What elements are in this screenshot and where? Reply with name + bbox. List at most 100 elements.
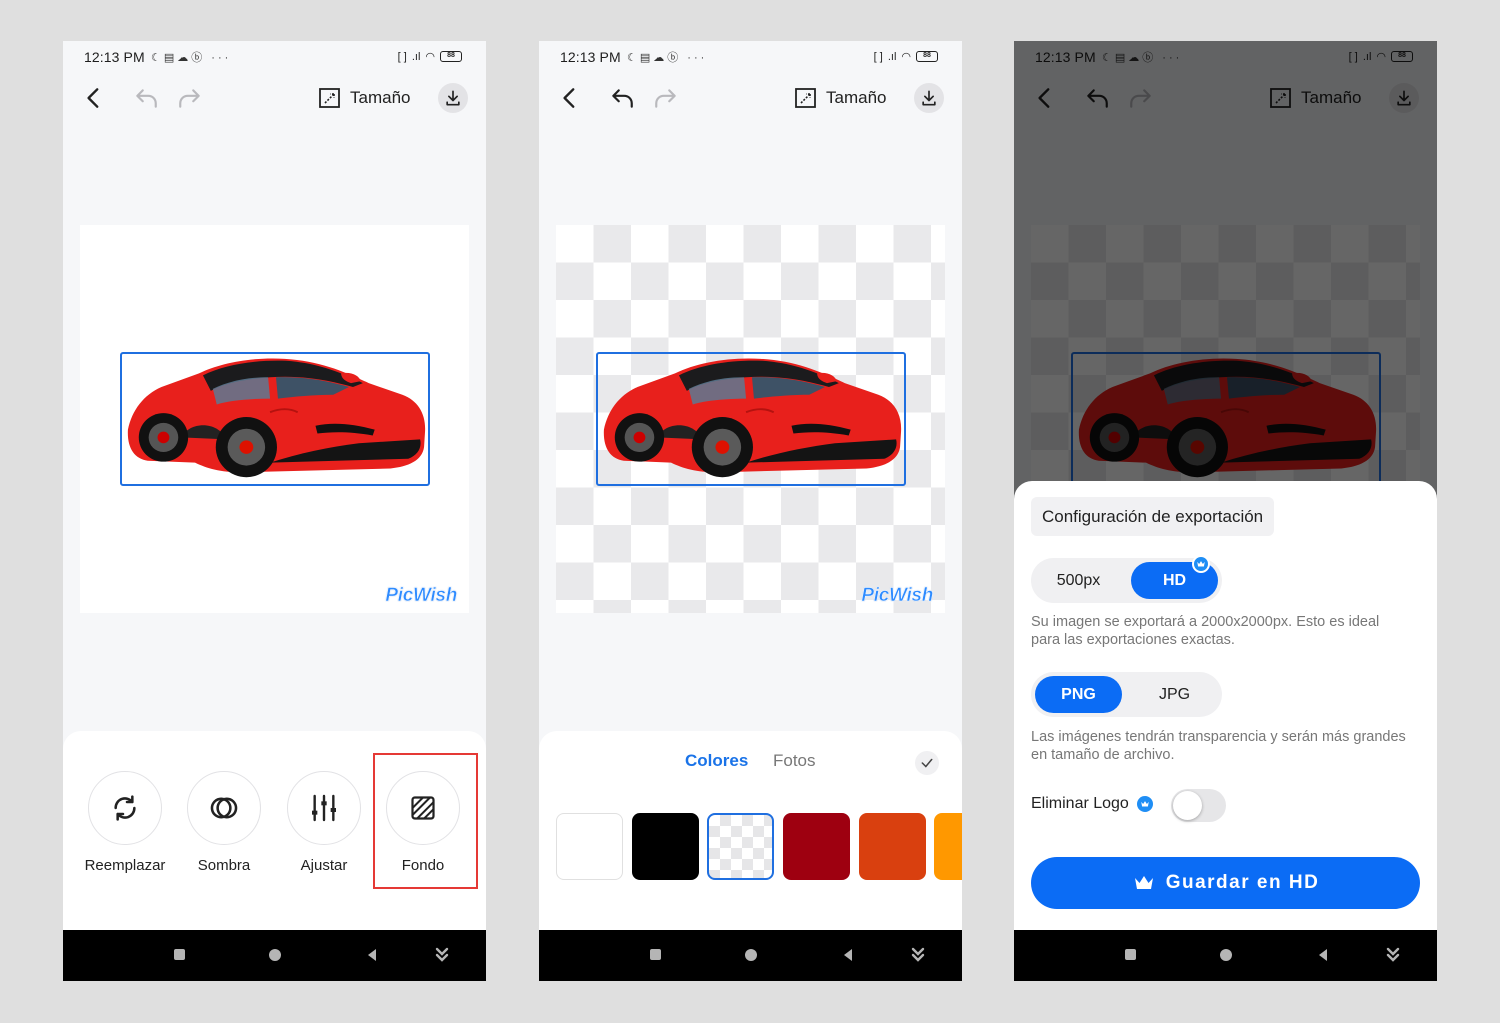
swatch-orange-red[interactable] xyxy=(859,813,926,880)
home-icon[interactable] xyxy=(745,949,757,961)
tool-shadow-label: Sombra xyxy=(197,857,251,874)
download-button[interactable] xyxy=(438,83,468,113)
signal-icon: .ıl xyxy=(887,50,897,63)
undo-icon[interactable] xyxy=(609,85,635,111)
image-canvas[interactable]: PicWish xyxy=(556,225,945,613)
collapse-icon[interactable] xyxy=(909,946,927,964)
android-nav-bar xyxy=(539,930,962,981)
tool-replace[interactable]: Reemplazar xyxy=(80,771,170,874)
android-nav-bar xyxy=(1014,930,1437,981)
confirm-button[interactable] xyxy=(915,751,939,775)
selection-box[interactable] xyxy=(120,352,430,486)
tab-photos[interactable]: Fotos xyxy=(773,751,816,771)
home-icon[interactable] xyxy=(269,949,281,961)
android-nav-bar xyxy=(63,930,486,981)
back-nav-icon[interactable] xyxy=(844,949,852,961)
top-toolbar: Tamaño xyxy=(63,75,486,121)
premium-badge xyxy=(1192,555,1210,573)
resize-icon xyxy=(794,86,818,110)
recents-icon[interactable] xyxy=(1125,949,1136,960)
vibrate-icon: [ ] xyxy=(873,50,883,63)
back-arrow-icon[interactable] xyxy=(557,85,583,111)
vibrate-icon: [ ] xyxy=(397,50,407,63)
picwish-watermark[interactable]: PicWish xyxy=(385,585,457,607)
size-description: Su imagen se exportará a 2000x2000px. Es… xyxy=(1031,614,1380,648)
undo-icon[interactable] xyxy=(133,85,159,111)
home-icon[interactable] xyxy=(1220,949,1232,961)
battery-icon: 88 xyxy=(440,51,462,62)
swatch-orange[interactable] xyxy=(934,813,962,880)
phone-screen-export: 12:13 PM ☾▤☁ⓑ ··· [ ] .ıl ◠ 88 Tamaño Co… xyxy=(1014,41,1437,981)
background-panel: Colores Fotos xyxy=(539,731,962,931)
tool-adjust-circle[interactable] xyxy=(287,771,361,845)
swatch-dark-red[interactable] xyxy=(783,813,850,880)
recents-icon[interactable] xyxy=(174,949,185,960)
signal-icon: .ıl xyxy=(411,50,421,63)
crown-icon xyxy=(1140,799,1150,809)
shadow-icon xyxy=(210,797,238,819)
picwish-watermark[interactable]: PicWish xyxy=(861,585,933,607)
remove-logo-toggle[interactable] xyxy=(1171,789,1226,822)
adjust-sliders-icon xyxy=(312,794,336,822)
download-icon xyxy=(919,88,939,108)
status-time: 12:13 PM xyxy=(84,49,145,65)
size-label: Tamaño xyxy=(826,88,887,107)
swatch-transparent[interactable] xyxy=(707,813,774,880)
resize-icon xyxy=(318,86,342,110)
image-canvas[interactable]: PicWish xyxy=(80,225,469,613)
format-option-png[interactable]: PNG xyxy=(1035,676,1122,713)
export-title: Configuración de exportación xyxy=(1031,497,1275,536)
highlight-box xyxy=(373,753,478,889)
format-selector: PNG JPG xyxy=(1031,672,1222,717)
tool-shadow[interactable]: Sombra xyxy=(179,771,269,874)
phone-screen-edit: 12:13 PM ☾▤☁ⓑ ··· [ ] .ıl ◠ 88 Tamaño Pi… xyxy=(63,41,486,981)
size-button[interactable]: Tamaño xyxy=(794,85,886,111)
tool-replace-circle[interactable] xyxy=(88,771,162,845)
tool-adjust[interactable]: Ajustar xyxy=(279,771,369,874)
size-option-500px[interactable]: 500px xyxy=(1035,562,1122,599)
replace-icon xyxy=(114,795,136,821)
tool-replace-label: Reemplazar xyxy=(84,857,166,874)
format-option-jpg[interactable]: JPG xyxy=(1131,676,1218,713)
status-right-icons: [ ] .ıl ◠ 88 xyxy=(398,50,462,63)
tool-shadow-circle[interactable] xyxy=(187,771,261,845)
check-icon xyxy=(921,758,933,768)
status-right-icons: [ ] .ıl ◠ 88 xyxy=(874,50,938,63)
size-button[interactable]: Tamaño xyxy=(318,85,410,111)
redo-icon[interactable] xyxy=(653,85,679,111)
car-image xyxy=(598,354,904,484)
toggle-knob xyxy=(1173,791,1202,820)
redo-icon[interactable] xyxy=(177,85,203,111)
export-settings-sheet: Configuración de exportación 500px HD Su… xyxy=(1014,481,1437,930)
remove-logo-row: Eliminar Logo xyxy=(1031,795,1153,813)
collapse-icon[interactable] xyxy=(1384,946,1402,964)
download-button[interactable] xyxy=(914,83,944,113)
download-icon xyxy=(443,88,463,108)
status-bar: 12:13 PM ☾▤☁ⓑ ··· [ ] .ıl ◠ 88 xyxy=(539,41,962,75)
remove-logo-label: Eliminar Logo xyxy=(1031,795,1129,812)
format-description: Las imágenes tendrán transparencia y ser… xyxy=(1031,729,1406,763)
swatch-white[interactable] xyxy=(556,813,623,880)
back-nav-icon[interactable] xyxy=(1319,949,1327,961)
wifi-icon: ◠ xyxy=(901,51,911,63)
tab-colors[interactable]: Colores xyxy=(685,751,748,771)
car-image xyxy=(122,354,428,484)
recents-icon[interactable] xyxy=(650,949,661,960)
tool-adjust-label: Ajustar xyxy=(300,857,348,874)
save-hd-button[interactable]: Guardar en HD xyxy=(1031,857,1420,909)
save-hd-label: Guardar en HD xyxy=(1165,872,1320,893)
status-notification-icons: ☾▤☁ⓑ ··· xyxy=(627,52,708,64)
background-tabs: Colores Fotos xyxy=(539,751,962,777)
tools-panel: Reemplazar Sombra Ajustar Fondo xyxy=(63,731,486,931)
status-notification-icons: ☾▤☁ⓑ ··· xyxy=(151,52,232,64)
premium-icon xyxy=(1136,796,1153,812)
size-label: Tamaño xyxy=(350,88,411,107)
back-nav-icon[interactable] xyxy=(368,949,376,961)
crown-icon xyxy=(1196,559,1206,569)
wifi-icon: ◠ xyxy=(425,51,435,63)
back-arrow-icon[interactable] xyxy=(81,85,107,111)
selection-box[interactable] xyxy=(596,352,906,486)
collapse-icon[interactable] xyxy=(433,946,451,964)
swatch-black[interactable] xyxy=(632,813,699,880)
crown-icon xyxy=(1132,871,1156,895)
